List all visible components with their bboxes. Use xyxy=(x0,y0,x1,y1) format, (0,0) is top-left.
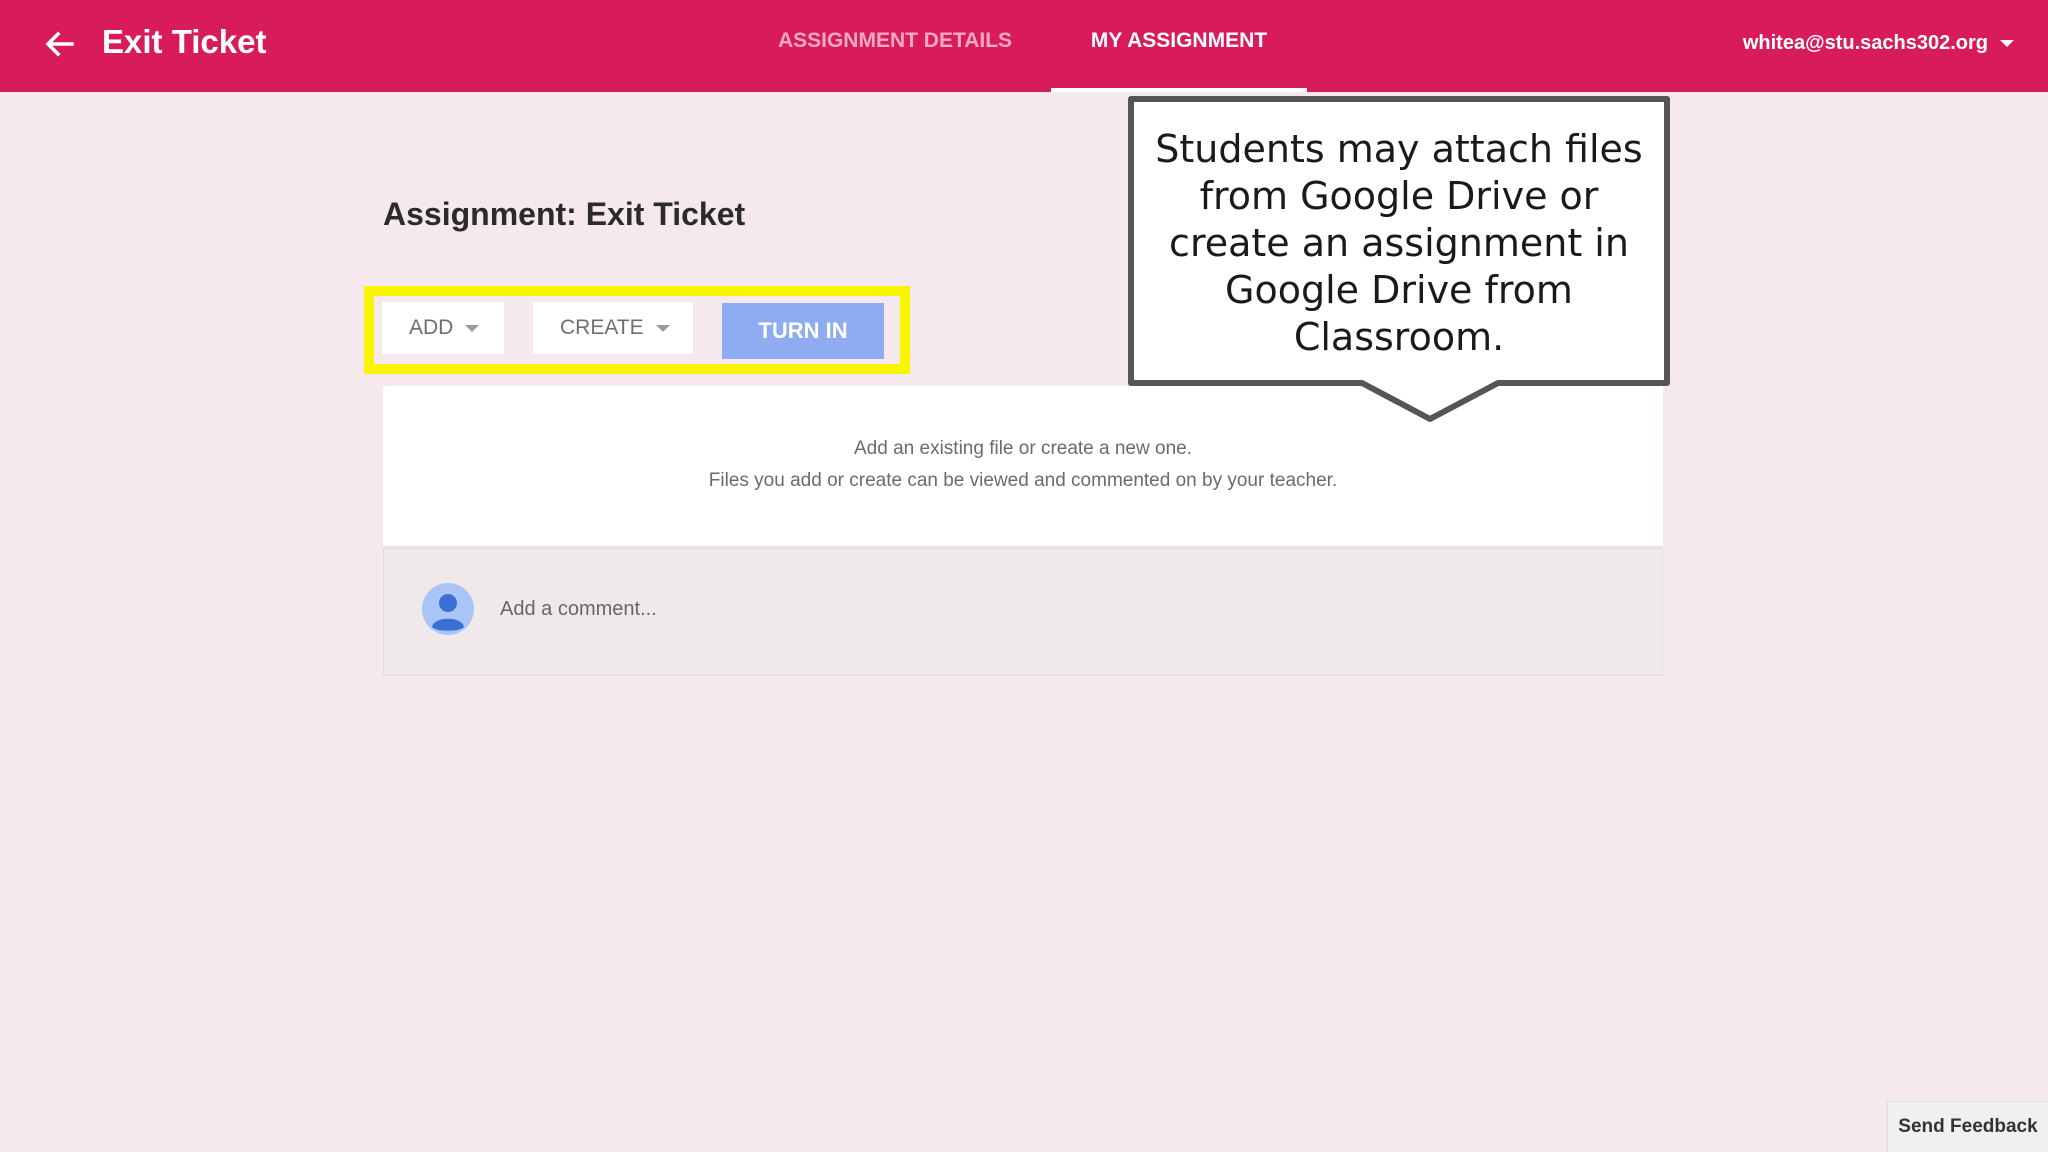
callout-text: Students may attach files from Google Dr… xyxy=(1155,127,1643,359)
arrow-back-icon xyxy=(45,31,74,57)
active-tab-indicator xyxy=(1051,88,1307,92)
page-title: Exit Ticket xyxy=(102,23,267,60)
account-menu[interactable]: whitea@stu.sachs302.org xyxy=(1743,28,2014,58)
files-hint-line-1: Add an existing file or create a new one… xyxy=(854,438,1192,459)
tab-my-assignment[interactable]: MY ASSIGNMENT xyxy=(1051,0,1307,92)
chevron-down-icon xyxy=(2000,40,2014,48)
tab-assignment-details[interactable]: ASSIGNMENT DETAILS xyxy=(760,0,1030,92)
chevron-down-icon xyxy=(465,324,480,332)
assignment-heading: Assignment: Exit Ticket xyxy=(383,196,746,232)
account-email: whitea@stu.sachs302.org xyxy=(1742,32,1988,54)
tab-label: ASSIGNMENT DETAILS xyxy=(777,29,1013,52)
comment-input[interactable]: Add a comment... xyxy=(500,591,1600,627)
comment-bar: Add a comment... xyxy=(383,548,1663,676)
turn-in-button[interactable]: TURN IN xyxy=(722,303,884,359)
back-button[interactable] xyxy=(38,22,82,66)
add-button-label: ADD xyxy=(409,316,454,339)
files-hint-line-2: Files you add or create can be viewed an… xyxy=(708,470,1338,491)
turn-in-label: TURN IN xyxy=(758,318,848,343)
send-feedback-button[interactable]: Send Feedback xyxy=(1887,1101,2048,1152)
create-button[interactable]: CREATE xyxy=(533,302,693,354)
tab-label: MY ASSIGNMENT xyxy=(1090,29,1268,52)
create-button-label: CREATE xyxy=(560,316,644,339)
user-avatar-icon xyxy=(422,583,474,635)
app-header: Exit Ticket ASSIGNMENT DETAILS MY ASSIGN… xyxy=(0,0,2048,92)
avatar xyxy=(422,583,474,635)
add-button[interactable]: ADD xyxy=(382,302,504,354)
chevron-down-icon xyxy=(655,324,670,332)
